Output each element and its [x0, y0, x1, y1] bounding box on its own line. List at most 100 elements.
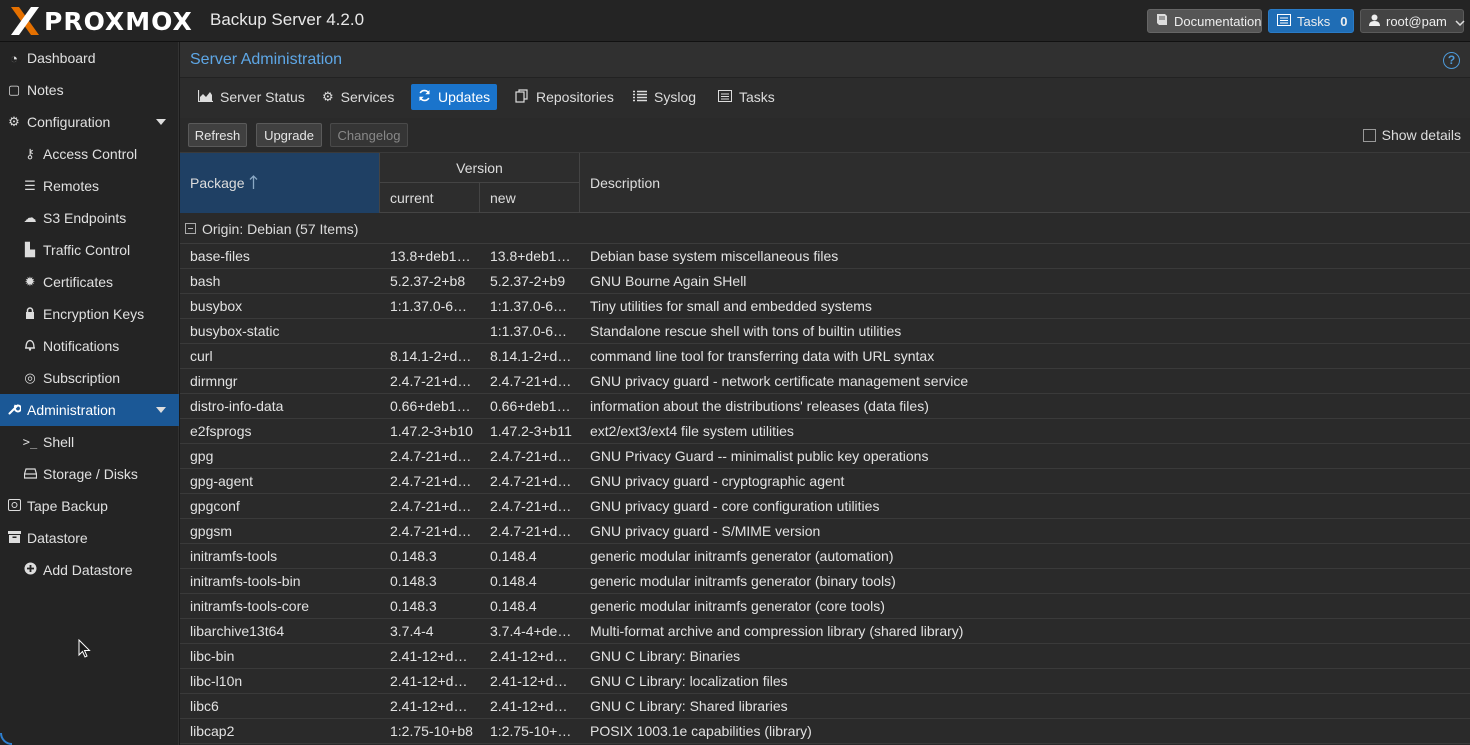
new-version-cell: 0.148.4: [490, 598, 537, 614]
table-row[interactable]: gpg-agent 2.4.7-21+d… 2.4.7-21+d… GNU priva…: [180, 469, 1470, 494]
sidebar-item-dashboard[interactable]: ◔ Dashboard: [0, 42, 179, 74]
certificate-icon: ✹: [24, 274, 36, 289]
package-cell: bash: [190, 273, 221, 289]
column-header-label: Package: [190, 175, 245, 191]
table-row[interactable]: initramfs-tools-bin 0.148.3 0.148.4 generic…: [180, 569, 1470, 594]
proxmox-logo[interactable]: PROXMOX: [8, 4, 193, 38]
sidebar-item-configuration[interactable]: ⚙ Configuration: [0, 106, 179, 138]
column-header-new[interactable]: new: [479, 183, 580, 213]
package-cell: gpgconf: [190, 498, 240, 514]
sidebar-item-label: Add Datastore: [43, 562, 133, 578]
sidebar-item-s3-endpoints[interactable]: ☁ S3 Endpoints: [0, 202, 179, 234]
show-details-checkbox[interactable]: Show details: [1362, 127, 1461, 143]
sidebar-item-certificates[interactable]: ✹ Certificates: [0, 266, 179, 298]
sidebar-item-add-datastore[interactable]: Add Datastore: [0, 554, 179, 586]
caret-down-icon[interactable]: [156, 407, 166, 413]
sidebar-item-tape-backup[interactable]: Tape Backup: [0, 490, 179, 522]
sidebar-item-remotes[interactable]: ☰ Remotes: [0, 170, 179, 202]
table-row[interactable]: dirmngr 2.4.7-21+d… 2.4.7-21+d… GNU privacy…: [180, 369, 1470, 394]
table-row[interactable]: libc6 2.41-12+d… 2.41-12+d… GNU C Library: …: [180, 694, 1470, 719]
new-version-cell: 3.7.4-4+de…: [490, 623, 572, 639]
checkbox-box[interactable]: [1362, 128, 1376, 142]
caret-down-icon[interactable]: [156, 119, 166, 125]
tab-repositories[interactable]: Repositories: [507, 84, 622, 110]
sidebar-item-shell[interactable]: >_ Shell: [0, 426, 179, 458]
column-header-current[interactable]: current: [379, 183, 479, 213]
current-version-cell: 1:2.75-10+b8: [390, 723, 473, 739]
package-cell: dirmngr: [190, 373, 238, 389]
sidebar-item-datastore[interactable]: Datastore: [0, 522, 179, 554]
sidebar-item-label: Dashboard: [27, 50, 96, 66]
tab-syslog[interactable]: Syslog: [625, 84, 704, 110]
table-row[interactable]: gpg 2.4.7-21+d… 2.4.7-21+d… GNU Privacy Gua…: [180, 444, 1470, 469]
sidebar-item-administration[interactable]: Administration: [0, 394, 179, 426]
sidebar: ◔ Dashboard ▢ Notes ⚙ Configuration ⚷ Ac…: [0, 42, 179, 745]
table-row[interactable]: gpgconf 2.4.7-21+d… 2.4.7-21+d… GNU privacy…: [180, 494, 1470, 519]
table-row[interactable]: libc-bin 2.41-12+d… 2.41-12+d… GNU C Librar…: [180, 644, 1470, 669]
table-row[interactable]: busybox 1:1.37.0-6… 1:1.37.0-6… Tiny utilit…: [180, 294, 1470, 319]
description-cell: Tiny utilities for small and embedded sy…: [590, 298, 872, 314]
upgrade-button[interactable]: Upgrade: [256, 123, 322, 147]
group-header-row[interactable]: Origin: Debian (57 Items): [180, 214, 1470, 244]
proxmox-x-icon: [11, 7, 39, 35]
user-menu-button[interactable]: root@pam: [1360, 9, 1465, 33]
sidebar-item-label: S3 Endpoints: [43, 210, 127, 226]
sidebar-item-label: Storage / Disks: [43, 466, 138, 482]
table-row[interactable]: initramfs-tools 0.148.3 0.148.4 generic mod…: [180, 544, 1470, 569]
column-header-package[interactable]: Package: [180, 153, 379, 213]
new-version-cell: 2.41-12+d…: [490, 673, 568, 689]
package-cell: initramfs-tools-bin: [190, 573, 301, 589]
tab-services[interactable]: ⚙ Services: [314, 84, 402, 110]
hdd-icon: [22, 467, 38, 482]
table-row[interactable]: e2fsprogs 1.47.2-3+b10 1.47.2-3+b11 ext2/ex…: [180, 419, 1470, 444]
sidebar-item-access-control[interactable]: ⚷ Access Control: [0, 138, 179, 170]
refresh-button[interactable]: Refresh: [188, 123, 247, 147]
sidebar-item-label: Certificates: [43, 274, 114, 290]
tab-label: Syslog: [654, 89, 697, 105]
sidebar-item-label: Datastore: [27, 530, 88, 546]
documentation-button[interactable]: Documentation: [1147, 9, 1262, 33]
package-cell: curl: [190, 348, 213, 364]
tab-label: Tasks: [739, 89, 775, 105]
tab-tasks[interactable]: Tasks: [710, 84, 783, 110]
table-row[interactable]: base-files 13.8+deb1… 13.8+deb1… Debian bas…: [180, 244, 1470, 269]
sidebar-item-storage-disks[interactable]: Storage / Disks: [0, 458, 179, 490]
tab-server-status[interactable]: Server Status: [190, 84, 313, 110]
current-version-cell: 0.148.3: [390, 548, 437, 564]
sidebar-item-encryption-keys[interactable]: Encryption Keys: [0, 298, 179, 330]
collapse-icon[interactable]: [185, 223, 196, 234]
tasks-label: Tasks: [1297, 13, 1331, 29]
help-icon[interactable]: ?: [1443, 52, 1460, 69]
current-version-cell: 13.8+deb1…: [390, 248, 471, 264]
new-version-cell: 1:2.75-10+…: [490, 723, 572, 739]
sidebar-item-label: Shell: [43, 434, 75, 450]
table-row[interactable]: libc-l10n 2.41-12+d… 2.41-12+d… GNU C Libra…: [180, 669, 1470, 694]
table-row[interactable]: distro-info-data 0.66+deb1… 0.66+deb1… info…: [180, 394, 1470, 419]
sidebar-item-notifications[interactable]: Notifications: [0, 330, 179, 362]
table-row[interactable]: libcap2 1:2.75-10+b8 1:2.75-10+… POSIX 1003…: [180, 719, 1470, 744]
tasks-count-badge: 0: [1340, 13, 1348, 29]
tab-updates[interactable]: Updates: [411, 84, 498, 110]
current-version-cell: 2.41-12+d…: [390, 648, 468, 664]
table-row[interactable]: initramfs-tools-core 0.148.3 0.148.4 generi…: [180, 594, 1470, 619]
sidebar-item-traffic-control[interactable]: ▙ Traffic Control: [0, 234, 179, 266]
changelog-button[interactable]: Changelog: [330, 123, 408, 147]
sidebar-item-subscription[interactable]: ◎ Subscription: [0, 362, 179, 394]
table-row[interactable]: bash 5.2.37-2+b8 5.2.37-2+b9 GNU Bourne Aga…: [180, 269, 1470, 294]
table-row[interactable]: busybox-static 1:1.37.0-6… Standalone resc…: [180, 319, 1470, 344]
tasks-button[interactable]: Tasks 0: [1268, 9, 1354, 33]
package-cell: e2fsprogs: [190, 423, 252, 439]
archive-icon: [6, 530, 22, 546]
server-icon: ☰: [24, 178, 36, 193]
key-icon: ⚷: [25, 146, 35, 161]
sidebar-item-notes[interactable]: ▢ Notes: [0, 74, 179, 106]
package-cell: libarchive13t64: [190, 623, 285, 639]
tab-label: Services: [340, 89, 395, 105]
table-row[interactable]: libarchive13t64 3.7.4-4 3.7.4-4+de… Multi-f…: [180, 619, 1470, 644]
support-icon: ◎: [24, 370, 36, 385]
tab-label: Updates: [438, 89, 491, 105]
table-row[interactable]: curl 8.14.1-2+d… 8.14.1-2+d… command line t…: [180, 344, 1470, 369]
current-version-cell: 1:1.37.0-6…: [390, 298, 468, 314]
table-row[interactable]: gpgsm 2.4.7-21+d… 2.4.7-21+d… GNU privacy g…: [180, 519, 1470, 544]
column-header-description[interactable]: Description: [580, 153, 1470, 213]
